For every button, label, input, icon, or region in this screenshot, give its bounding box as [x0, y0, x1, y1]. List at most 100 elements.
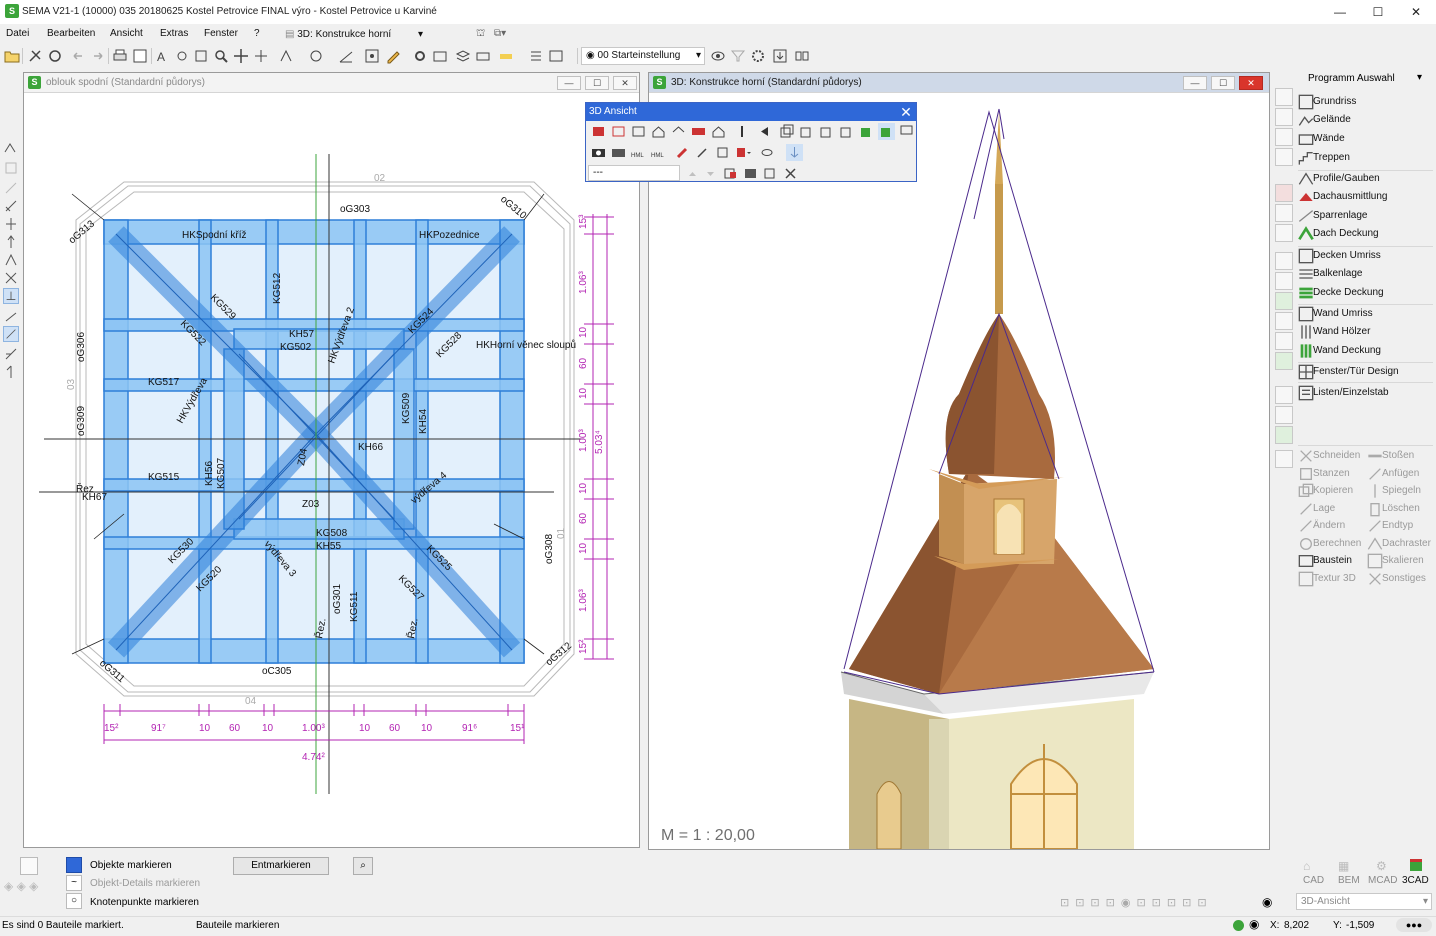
window-icon[interactable]	[548, 48, 564, 64]
menu-help[interactable]: ?	[254, 28, 260, 39]
program-wand-umriss[interactable]: Wand Umriss	[1298, 305, 1373, 323]
render-walls-icon[interactable]	[610, 123, 627, 140]
tool-andern[interactable]: Ändern	[1298, 517, 1345, 535]
cube-icon[interactable]	[714, 144, 731, 161]
dach-mode-icon[interactable]	[1275, 184, 1293, 202]
program-gelande[interactable]: Gelände	[1298, 111, 1351, 129]
layers-icon[interactable]: ⧉▾	[494, 28, 506, 39]
undo-icon[interactable]	[70, 48, 86, 64]
view-setting-dropdown[interactable]: ◉ 00 Starteinstellung ▾	[581, 47, 705, 65]
fenster-mode-icon[interactable]	[1275, 386, 1293, 404]
menu-bearbeiten[interactable]: Bearbeiten	[47, 28, 95, 39]
tool-textur-3d[interactable]: Textur 3D	[1298, 570, 1356, 588]
menu-extras[interactable]: Extras	[160, 28, 188, 39]
wande-mode-icon[interactable]	[1275, 128, 1293, 146]
maximize-button[interactable]: ☐	[1359, 0, 1397, 24]
close-window-button[interactable]: ✕	[1397, 0, 1435, 24]
wanddeckung-mode-icon[interactable]	[1275, 352, 1293, 370]
roof-red-icon[interactable]	[690, 123, 707, 140]
snap-mid-icon[interactable]	[3, 252, 19, 268]
snap-angle-icon[interactable]	[3, 308, 19, 324]
frame-icon[interactable]	[364, 48, 380, 64]
delete-view-icon[interactable]	[782, 165, 799, 182]
wall-icon[interactable]	[475, 48, 491, 64]
snap-tangent-icon[interactable]	[3, 364, 19, 380]
search-icon[interactable]: ⌕	[353, 857, 373, 875]
tool-icon[interactable]	[27, 48, 43, 64]
arrow-up-icon[interactable]	[684, 165, 701, 182]
angle-icon[interactable]	[338, 48, 354, 64]
program-dachausmittlung[interactable]: Dachausmittlung	[1298, 188, 1387, 206]
program-wand-holzer[interactable]: Wand Hölzer	[1298, 323, 1370, 341]
zoom-icon[interactable]	[213, 48, 229, 64]
print-icon[interactable]	[112, 48, 128, 64]
bem-mode-icon[interactable]: ▦	[1338, 859, 1349, 873]
zoom-window-icon[interactable]	[193, 48, 209, 64]
layers-stack-icon[interactable]	[455, 48, 471, 64]
mode-bem[interactable]: BEM	[1338, 875, 1360, 886]
plan-close-button[interactable]: ✕	[613, 76, 637, 90]
balken-mode-icon[interactable]	[1275, 272, 1293, 290]
html-export-icon[interactable]: HML	[630, 144, 647, 161]
cube-red-dropdown-icon[interactable]	[734, 144, 751, 161]
decke-mode-icon[interactable]	[1275, 252, 1293, 270]
program-balkenlage[interactable]: Balkenlage	[1298, 265, 1362, 283]
load-view-icon[interactable]	[742, 165, 759, 182]
view-mode-dropdown[interactable]: 3D-Ansicht ▾	[1296, 893, 1432, 910]
treppen-mode-icon[interactable]	[1275, 148, 1293, 166]
arrow-down-small-icon[interactable]	[702, 165, 719, 182]
save-view-icon[interactable]	[722, 165, 739, 182]
mode-cad[interactable]: CAD	[1303, 875, 1324, 886]
nodes-select-icon[interactable]: ○	[66, 893, 82, 909]
box-front-icon[interactable]	[778, 123, 795, 140]
plan-maximize-button[interactable]: ☐	[585, 76, 609, 90]
mode-3cad[interactable]: 3CAD	[1402, 875, 1429, 886]
entmarkieren-button[interactable]: Entmarkieren	[233, 857, 329, 875]
plan-minimize-button[interactable]: —	[557, 76, 581, 90]
tool-kopieren[interactable]: Kopieren	[1298, 482, 1353, 500]
line-tool-icon[interactable]	[3, 180, 19, 196]
redraw-icon[interactable]	[47, 48, 63, 64]
highlight-icon[interactable]	[498, 48, 514, 64]
tool-endtyp[interactable]: Endtyp	[1367, 517, 1413, 535]
wandumriss-mode-icon[interactable]	[1275, 312, 1293, 330]
minimize-button[interactable]: —	[1321, 0, 1359, 24]
copy-view-icon[interactable]	[762, 165, 779, 182]
plan-view-window[interactable]: S oblouk spodní (Standardní půdorys) — ☐…	[23, 72, 640, 848]
tool-schneiden[interactable]: Schneiden	[1298, 447, 1360, 465]
program-sparrenlage[interactable]: Sparrenlage	[1298, 207, 1367, 225]
opt-objekt-details-markieren[interactable]: Objekt-Details markieren	[90, 878, 200, 889]
box-iso-icon[interactable]	[838, 123, 855, 140]
objects-select-icon[interactable]	[66, 857, 82, 873]
3d-maximize-button[interactable]: ☐	[1211, 76, 1235, 90]
opt-knotenpunkte-markieren[interactable]: Knotenpunkte markieren	[90, 897, 199, 908]
details-select-icon[interactable]: ~	[66, 875, 82, 891]
sparren-mode-icon[interactable]	[1275, 204, 1293, 222]
stack-icon[interactable]	[734, 123, 751, 140]
wandholzer-mode-icon[interactable]	[1275, 332, 1293, 350]
3cad-mode-icon[interactable]	[1410, 859, 1422, 871]
snap-intersection-icon[interactable]	[3, 270, 19, 286]
3d-ansicht-panel[interactable]: 3D Ansicht ✕ HML HML ---	[585, 102, 917, 182]
view-selector-dropdown[interactable]: ▤ 3D: Konstrukce horní ▾	[280, 26, 428, 44]
monitor-icon[interactable]	[898, 123, 915, 140]
brush-red-icon[interactable]	[674, 144, 691, 161]
camera-settings-icon[interactable]	[610, 144, 627, 161]
compare-icon[interactable]	[794, 48, 810, 64]
tool-stossen[interactable]: Stoßen	[1367, 447, 1414, 465]
program-treppen[interactable]: Treppen	[1298, 149, 1350, 167]
display-icon[interactable]	[308, 48, 324, 64]
render-red-icon[interactable]	[590, 123, 607, 140]
menu-fenster[interactable]: Fenster	[204, 28, 238, 39]
program-decken-umriss[interactable]: Decken Umriss	[1298, 247, 1381, 265]
measure-3d-icon[interactable]	[694, 144, 711, 161]
program-grundriss[interactable]: Grundriss	[1298, 93, 1356, 111]
opt-objekte-markieren[interactable]: Objekte markieren	[90, 860, 172, 871]
3d-close-button[interactable]: ✕	[1239, 76, 1263, 90]
layout-icon[interactable]	[132, 48, 148, 64]
snap-end-icon[interactable]	[3, 234, 19, 250]
3d-ansicht-input[interactable]: ---	[588, 165, 680, 181]
html-export-2-icon[interactable]: HML	[650, 144, 667, 161]
box-top-icon[interactable]	[818, 123, 835, 140]
draw-tool-icon[interactable]	[3, 140, 19, 156]
